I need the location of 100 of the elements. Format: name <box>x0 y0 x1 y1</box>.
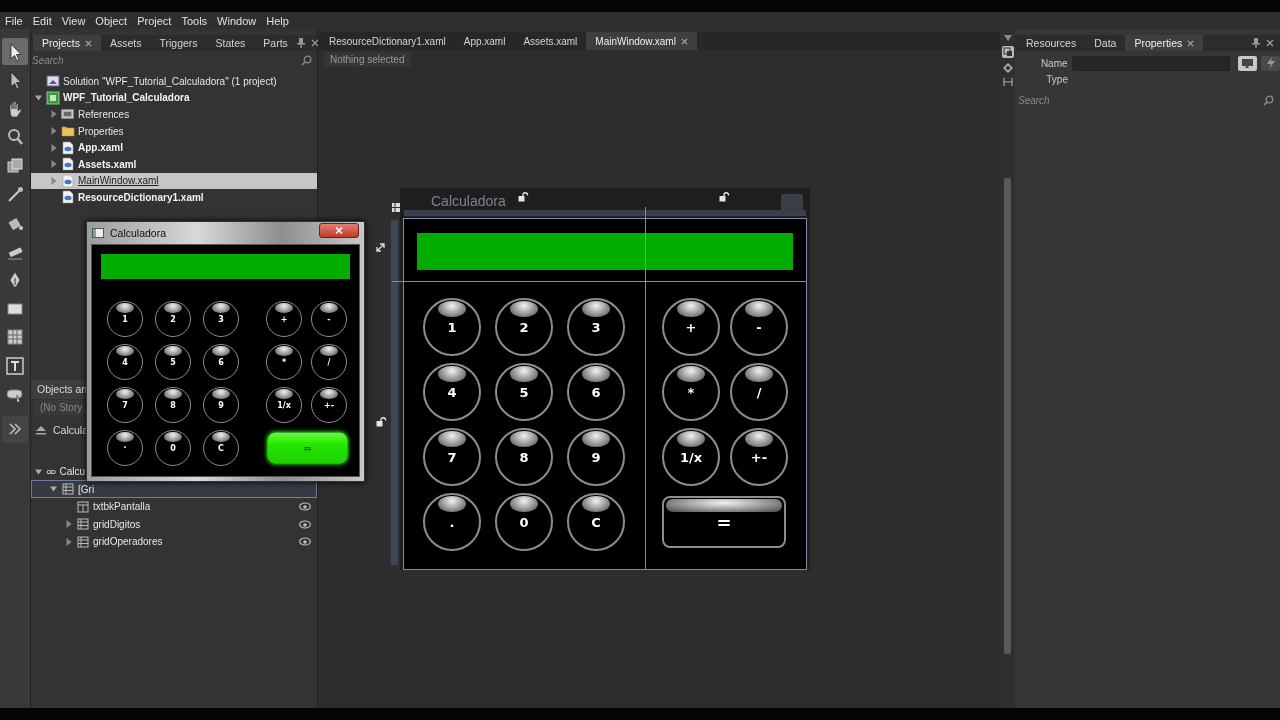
panel-tab[interactable]: Resources <box>1017 35 1086 51</box>
menu-item[interactable]: Tools <box>181 14 208 27</box>
panel-tab[interactable]: Projects <box>33 35 101 51</box>
pin-icon[interactable] <box>296 38 305 48</box>
calculator-key[interactable]: 1/x <box>662 428 720 486</box>
calculator-key[interactable]: 1/x <box>266 387 302 423</box>
menu-item[interactable]: View <box>61 14 86 27</box>
tree-item[interactable]: [Gri <box>31 480 317 498</box>
close-icon[interactable] <box>680 37 688 45</box>
menu-item[interactable]: File <box>5 14 23 27</box>
pin-icon[interactable] <box>1252 38 1260 48</box>
calculator-key[interactable]: 9 <box>567 428 625 486</box>
calculator-key[interactable]: - <box>730 298 788 356</box>
panel-tab[interactable]: Triggers <box>150 35 207 51</box>
calculator-key[interactable]: 2 <box>495 298 553 356</box>
lock-icon[interactable] <box>376 417 387 427</box>
calculator-key[interactable]: 5 <box>155 344 191 380</box>
calculator-key[interactable]: 3 <box>203 301 239 337</box>
panel-tab[interactable]: Parts <box>254 35 297 51</box>
tool-button[interactable] <box>2 38 28 65</box>
calculator-key[interactable]: 5 <box>495 363 553 421</box>
menu-item[interactable]: Object <box>95 14 128 27</box>
document-tab[interactable]: App.xaml <box>454 32 515 50</box>
menu-item[interactable]: Help <box>266 14 289 27</box>
scrollbar[interactable] <box>1004 178 1011 654</box>
calculator-key[interactable]: 8 <box>155 387 191 423</box>
calculator-key[interactable]: 0 <box>495 493 553 551</box>
calculator-key[interactable]: 1 <box>423 298 481 356</box>
resize-icon[interactable] <box>376 243 385 252</box>
scope-up-icon[interactable] <box>35 424 47 435</box>
menu-item[interactable]: Edit <box>32 14 52 27</box>
calculator-key[interactable]: 3 <box>567 298 625 356</box>
calculator-key[interactable]: +- <box>311 387 347 423</box>
expander-icon[interactable] <box>65 537 73 546</box>
eye-icon[interactable] <box>299 502 311 511</box>
panel-tab[interactable]: Assets <box>100 35 151 51</box>
calculator-key[interactable]: 6 <box>203 344 239 380</box>
eye-icon[interactable] <box>299 519 311 529</box>
properties-button[interactable] <box>1238 55 1258 71</box>
calculator-key[interactable]: 2 <box>155 301 191 337</box>
tree-item[interactable]: Properties <box>31 122 317 140</box>
calculator-key[interactable]: C <box>203 430 239 466</box>
menu-item[interactable]: Window <box>217 14 257 27</box>
expand-button[interactable] <box>2 415 28 443</box>
calculator-key[interactable]: + <box>662 298 720 356</box>
calculator-key[interactable]: . <box>107 430 143 466</box>
panel-tab[interactable]: Properties <box>1125 35 1204 51</box>
expander-icon[interactable] <box>50 485 58 493</box>
tree-item[interactable]: Assets.xaml <box>31 155 317 173</box>
search-field[interactable]: Search <box>1018 93 1278 108</box>
lock-icon[interactable] <box>719 192 730 202</box>
tree-item[interactable]: ResourceDictionary1.xaml <box>31 189 317 206</box>
expander-icon[interactable] <box>50 160 58 169</box>
diamond-icon[interactable] <box>1002 63 1013 73</box>
calculator-key[interactable]: + <box>266 301 302 337</box>
document-tab[interactable]: Assets.xaml <box>514 32 587 50</box>
dropdown-icon[interactable] <box>1003 35 1012 41</box>
panel-tab[interactable]: Data <box>1085 35 1126 51</box>
calculator-key[interactable]: +- <box>730 428 788 486</box>
expander-icon[interactable] <box>35 93 43 102</box>
close-button[interactable] <box>319 223 359 238</box>
panel-tab[interactable]: States <box>206 35 255 51</box>
artboard-icon[interactable] <box>1001 46 1014 58</box>
search-field[interactable]: Search <box>32 53 316 68</box>
expander-icon[interactable] <box>35 467 43 476</box>
menu-item[interactable]: Project <box>137 14 172 27</box>
document-tab[interactable]: ResourceDictionary1.xaml <box>320 32 455 50</box>
expander-icon[interactable] <box>50 143 58 152</box>
events-button[interactable] <box>1261 55 1280 71</box>
equals-button[interactable]: = <box>662 496 786 548</box>
calculator-key[interactable]: * <box>662 363 720 421</box>
tree-item[interactable]: gridOperadores <box>31 532 317 551</box>
calculator-key[interactable]: / <box>730 363 788 421</box>
calculator-key[interactable]: 4 <box>107 344 143 380</box>
eye-icon[interactable] <box>299 537 311 546</box>
document-tab[interactable]: MainWindow.xaml <box>586 32 697 50</box>
tree-item[interactable]: App.xaml <box>31 139 317 156</box>
equals-button[interactable]: = <box>267 432 348 464</box>
calculator-key[interactable]: 7 <box>423 428 481 486</box>
tree-item[interactable]: Solution "WPF_Tutorial_Calculadora" (1 project) <box>31 73 317 90</box>
calculator-key[interactable]: 0 <box>155 430 191 466</box>
expander-icon[interactable] <box>65 520 73 528</box>
tree-item[interactable]: WPF_Tutorial_Calculadora <box>31 89 317 107</box>
tree-item[interactable]: References <box>31 106 317 123</box>
calculator-key[interactable]: . <box>423 493 481 551</box>
calculator-key[interactable]: 1 <box>107 301 143 337</box>
calculator-key[interactable]: - <box>311 301 347 337</box>
calculator-key[interactable]: / <box>311 344 347 380</box>
expander-icon[interactable] <box>50 127 58 136</box>
tree-item[interactable]: Calcu <box>31 462 85 481</box>
calculator-key[interactable]: 4 <box>423 363 481 421</box>
close-icon[interactable] <box>1266 39 1274 47</box>
calculator-key[interactable]: 8 <box>495 428 553 486</box>
measure-icon[interactable] <box>1002 78 1013 86</box>
close-icon[interactable] <box>84 39 92 47</box>
calculator-key[interactable]: C <box>567 493 625 551</box>
close-icon[interactable] <box>1187 39 1195 47</box>
expander-icon[interactable] <box>50 110 58 119</box>
calculator-key[interactable]: 6 <box>567 363 625 421</box>
calculator-key[interactable]: 7 <box>107 387 143 423</box>
